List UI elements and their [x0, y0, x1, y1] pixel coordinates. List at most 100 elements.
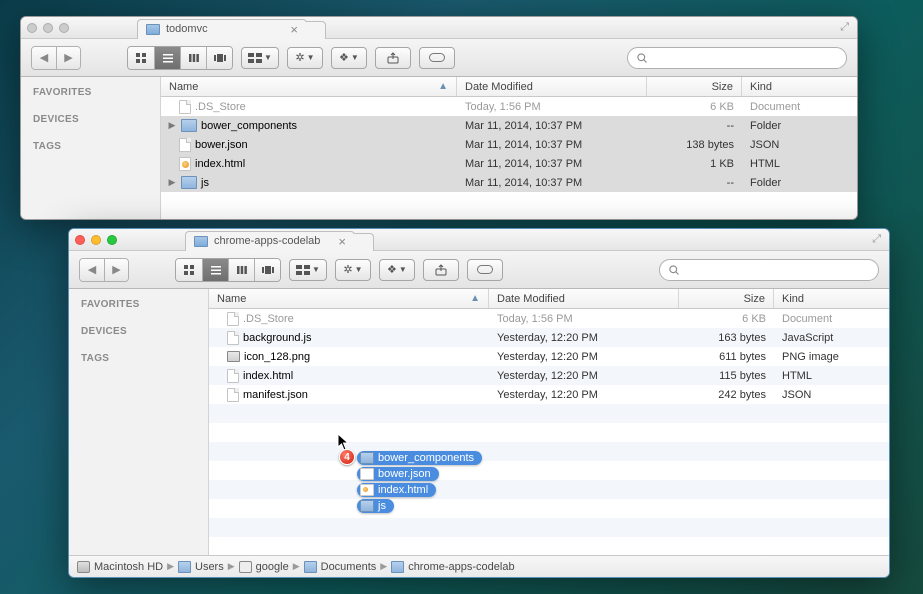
column-view-button[interactable] [228, 259, 254, 281]
folder-icon [181, 119, 197, 132]
forward-button[interactable]: ▶ [56, 47, 80, 69]
dropbox-button[interactable]: ❖▼ [379, 259, 415, 281]
search-field[interactable] [659, 259, 879, 281]
disclosure-triangle-icon[interactable]: ▶ [167, 120, 177, 131]
file-row[interactable]: index.htmlYesterday, 12:20 PM115 bytesHT… [209, 366, 889, 385]
list-view-button[interactable] [202, 259, 228, 281]
close-window-button[interactable] [27, 23, 37, 33]
coverflow-view-button[interactable] [206, 47, 232, 69]
close-tab-icon[interactable]: × [338, 234, 346, 249]
column-name[interactable]: Name▲ [209, 289, 489, 308]
breadcrumb-item[interactable]: Macintosh HD [77, 561, 163, 573]
file-row[interactable]: .DS_StoreToday, 1:56 PM6 KBDocument [161, 97, 857, 116]
titlebar[interactable]: todomvc × ⤢ [21, 17, 857, 39]
column-kind[interactable]: Kind [774, 289, 889, 308]
arrange-button[interactable]: ▼ [289, 259, 327, 281]
minimize-window-button[interactable] [91, 235, 101, 245]
titlebar[interactable]: chrome-apps-codelab × ⤢ [69, 229, 889, 251]
column-size[interactable]: Size [679, 289, 774, 308]
back-button[interactable]: ◀ [32, 47, 56, 69]
dropbox-button[interactable]: ❖▼ [331, 47, 367, 69]
folder-icon [304, 561, 317, 573]
file-row[interactable]: background.jsYesterday, 12:20 PM163 byte… [209, 328, 889, 347]
file-size: 115 bytes [679, 370, 774, 382]
minimize-window-button[interactable] [43, 23, 53, 33]
icon-view-button[interactable] [128, 47, 154, 69]
column-kind[interactable]: Kind [742, 77, 857, 96]
column-date[interactable]: Date Modified [489, 289, 679, 308]
share-button[interactable] [423, 259, 459, 281]
new-tab-button[interactable] [306, 21, 326, 39]
tab-chrome-apps-codelab[interactable]: chrome-apps-codelab × [185, 231, 355, 251]
action-button[interactable]: ✲▼ [287, 47, 323, 69]
breadcrumb-separator-icon: ▶ [293, 561, 300, 572]
sidebar: FAVORITES DEVICES TAGS [21, 77, 161, 219]
empty-row [209, 461, 889, 480]
sidebar-devices-header[interactable]: DEVICES [69, 322, 208, 341]
file-row[interactable]: icon_128.pngYesterday, 12:20 PM611 bytes… [209, 347, 889, 366]
sidebar-favorites-header[interactable]: FAVORITES [69, 295, 208, 314]
arrange-button[interactable]: ▼ [241, 47, 279, 69]
column-size[interactable]: Size [647, 77, 742, 96]
share-button[interactable] [375, 47, 411, 69]
tab-title: todomvc [166, 23, 208, 35]
file-row[interactable]: ▶jsMar 11, 2014, 10:37 PM--Folder [161, 173, 857, 192]
new-tab-button[interactable] [354, 233, 374, 251]
file-row[interactable]: ▶bower_componentsMar 11, 2014, 10:37 PM-… [161, 116, 857, 135]
fullscreen-icon[interactable]: ⤢ [840, 21, 849, 34]
empty-row [209, 480, 889, 499]
close-tab-icon[interactable]: × [290, 22, 298, 37]
file-rows[interactable]: .DS_StoreToday, 1:56 PM6 KBDocumentbackg… [209, 309, 889, 555]
file-kind: PNG image [774, 351, 889, 363]
tag-icon [429, 53, 445, 62]
breadcrumb-item[interactable]: Users [178, 561, 224, 573]
disclosure-triangle-icon[interactable]: ▶ [167, 177, 177, 188]
doc-icon [227, 369, 239, 383]
breadcrumb-label: Users [195, 561, 224, 573]
close-window-button[interactable] [75, 235, 85, 245]
icon-view-button[interactable] [176, 259, 202, 281]
view-mode-segmented [127, 46, 233, 70]
file-size: 1 KB [647, 158, 742, 170]
path-bar[interactable]: Macintosh HD▶Users▶google▶Documents▶chro… [69, 555, 889, 577]
file-kind: Document [774, 313, 889, 325]
nav-buttons: ◀ ▶ [79, 258, 129, 282]
breadcrumb-item[interactable]: Documents [304, 561, 377, 573]
search-field[interactable] [627, 47, 847, 69]
file-size: 6 KB [679, 313, 774, 325]
breadcrumb-item[interactable]: chrome-apps-codelab [391, 561, 514, 573]
sidebar-tags-header[interactable]: TAGS [69, 349, 208, 368]
coverflow-view-button[interactable] [254, 259, 280, 281]
zoom-window-button[interactable] [59, 23, 69, 33]
file-row[interactable]: .DS_StoreToday, 1:56 PM6 KBDocument [209, 309, 889, 328]
tab-todomvc[interactable]: todomvc × [137, 19, 307, 39]
tags-button[interactable] [467, 259, 503, 281]
file-row[interactable]: manifest.jsonYesterday, 12:20 PM242 byte… [209, 385, 889, 404]
sidebar-favorites-header[interactable]: FAVORITES [21, 83, 160, 102]
column-date[interactable]: Date Modified [457, 77, 647, 96]
list-view-button[interactable] [154, 47, 180, 69]
file-name: .DS_Store [243, 313, 294, 325]
file-name: icon_128.png [244, 351, 310, 363]
action-button[interactable]: ✲▼ [335, 259, 371, 281]
sort-ascending-icon: ▲ [438, 81, 448, 92]
file-size: 138 bytes [647, 139, 742, 151]
file-row[interactable]: bower.jsonMar 11, 2014, 10:37 PM138 byte… [161, 135, 857, 154]
fullscreen-icon[interactable]: ⤢ [872, 233, 881, 246]
forward-button[interactable]: ▶ [104, 259, 128, 281]
search-input[interactable] [652, 52, 838, 64]
file-date: Yesterday, 12:20 PM [489, 370, 679, 382]
back-button[interactable]: ◀ [80, 259, 104, 281]
sidebar-tags-header[interactable]: TAGS [21, 137, 160, 156]
file-size: -- [647, 177, 742, 189]
column-view-button[interactable] [180, 47, 206, 69]
tags-button[interactable] [419, 47, 455, 69]
file-row[interactable]: index.htmlMar 11, 2014, 10:37 PM1 KBHTML [161, 154, 857, 173]
search-input[interactable] [684, 264, 870, 276]
column-name[interactable]: Name▲ [161, 77, 457, 96]
zoom-window-button[interactable] [107, 235, 117, 245]
sidebar-devices-header[interactable]: DEVICES [21, 110, 160, 129]
breadcrumb-item[interactable]: google [239, 561, 289, 573]
file-rows[interactable]: .DS_StoreToday, 1:56 PM6 KBDocument▶bowe… [161, 97, 857, 219]
doc-icon [227, 388, 239, 402]
